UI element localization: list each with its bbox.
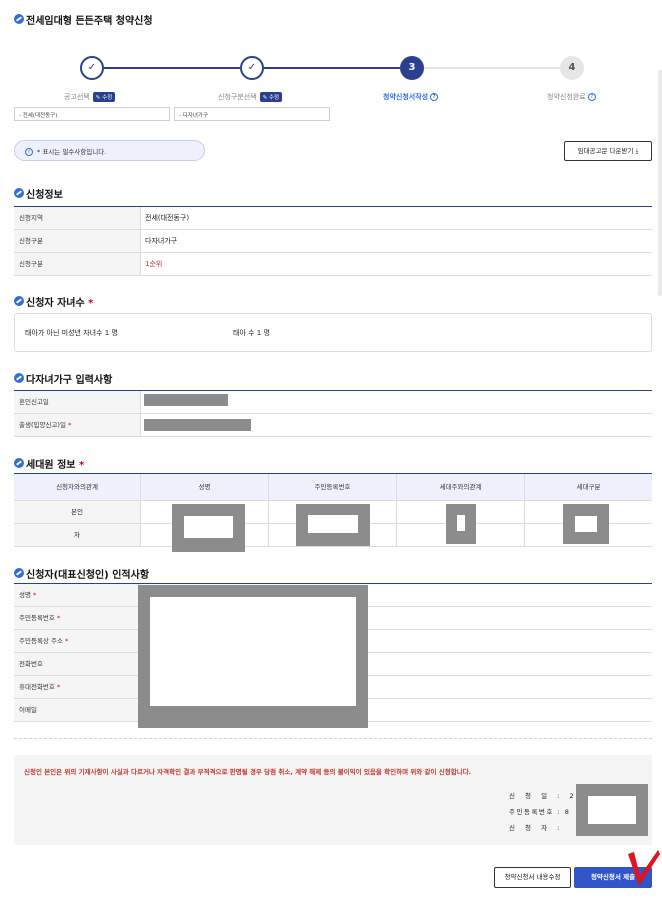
signature-applicant-label: 신 청 자 : bbox=[509, 824, 564, 832]
row-value: 다자녀가구 bbox=[140, 230, 652, 252]
column-header: 성명 bbox=[141, 474, 269, 500]
signature-date-label: 신 청 일 : 2 bbox=[509, 792, 578, 800]
step-3-circle: 3 bbox=[400, 56, 424, 80]
redacted-household-type bbox=[563, 504, 609, 544]
scrollbar[interactable] bbox=[658, 70, 662, 296]
section-title-applicant: 신청자(대표신청인) 인적사항 bbox=[26, 570, 150, 581]
table-row: 신청구분 다자녀가구 bbox=[14, 230, 652, 253]
table-row: 출생(입양신고)일 * bbox=[14, 414, 652, 437]
signature-id-label: 주민등록번호 : 8 bbox=[509, 808, 571, 816]
section-bullet-icon bbox=[14, 296, 24, 306]
section-title-children: 신청자 자녀수 * bbox=[26, 298, 94, 309]
section-bullet-icon bbox=[14, 458, 24, 468]
column-header: 주민등록번호 bbox=[269, 474, 397, 500]
step-1-check-icon: ✓ bbox=[80, 56, 104, 80]
row-value: 전세(대전동구) bbox=[140, 207, 652, 229]
redacted-name bbox=[172, 504, 245, 552]
application-info-table: 신청지역 전세(대전동구) 신청구분 다자녀가구 신청구분 1순위 bbox=[14, 206, 652, 276]
column-header: 신청자와의관계 bbox=[14, 474, 141, 500]
page-title: 전세임대형 든든주택 청약신청 bbox=[26, 16, 153, 27]
multi-child-table: 혼인신고일 출생(입양신고)일 * bbox=[14, 390, 652, 437]
help-icon[interactable]: ? bbox=[430, 93, 439, 101]
download-notice-button[interactable]: 임대공고문 다운받기 ⤓ bbox=[564, 141, 652, 161]
step-1-edit-button[interactable]: ✎ 수정 bbox=[92, 92, 116, 102]
row-key: 출생(입양신고)일 * bbox=[14, 414, 140, 436]
step-2-check-icon: ✓ bbox=[240, 56, 264, 80]
help-icon[interactable]: ? bbox=[587, 93, 596, 101]
relation-cell: 본인 bbox=[14, 501, 141, 523]
step-2-label: 신청구분선택 ✎ 수정 bbox=[218, 92, 283, 102]
section-title-household: 세대원 정보 * bbox=[26, 460, 85, 471]
step-4-label: 청약신청완료? bbox=[547, 92, 596, 102]
row-key: 혼인신고일 bbox=[14, 391, 140, 413]
step-connector bbox=[264, 67, 400, 69]
step-connector bbox=[424, 67, 560, 69]
redacted-birth-date bbox=[144, 419, 251, 431]
column-header: 세대구분 bbox=[576, 483, 601, 491]
divider bbox=[14, 738, 652, 739]
section-bullet-icon bbox=[14, 568, 24, 578]
pledge-text: 신청인 본인은 위의 기재사항이 사실과 다르거나 자격확인 결과 부적격으로 … bbox=[24, 768, 472, 776]
redacted-id-number bbox=[296, 504, 370, 546]
selected-notice-box: - 전세(대전동구) bbox=[14, 107, 170, 121]
redacted-householder-relation bbox=[446, 504, 476, 544]
row-key: 신청지역 bbox=[14, 207, 140, 229]
step-connector bbox=[104, 67, 240, 69]
title-bullet-icon bbox=[14, 14, 24, 24]
table-row: 신청구분 1순위 bbox=[14, 253, 652, 276]
download-icon: ⤓ bbox=[635, 147, 639, 155]
section-bullet-icon bbox=[14, 373, 24, 383]
step-2-edit-button[interactable]: ✎ 수정 bbox=[259, 92, 283, 102]
edit-application-button[interactable]: 청약신청서 내용수정 bbox=[494, 867, 571, 888]
step-1-label: 공고선택 ✎ 수정 bbox=[64, 92, 116, 102]
row-value-priority: 1순위 bbox=[140, 253, 652, 275]
row-key: 신청구분 bbox=[14, 253, 140, 275]
section-title-application-info: 신청정보 bbox=[26, 190, 63, 201]
red-checkmark-icon bbox=[628, 850, 660, 886]
redacted-signature bbox=[576, 784, 648, 836]
unborn-count: 태아 수 1 명 bbox=[233, 329, 270, 337]
children-count-box: 태아가 아닌 미성년 자녀수 1 명 태아 수 1 명 bbox=[14, 313, 652, 352]
column-header: 세대주와의관계 bbox=[397, 474, 525, 500]
required-notice: i * 표시는 필수사항입니다. bbox=[14, 140, 205, 161]
table-header: 신청자와의관계 성명 주민등록번호 세대주와의관계 세대구분 bbox=[14, 474, 652, 501]
section-title-multi-child: 다자녀가구 입력사항 bbox=[26, 375, 113, 386]
table-row: 혼인신고일 bbox=[14, 391, 652, 414]
info-icon: i bbox=[25, 148, 33, 156]
table-row: 신청지역 전세(대전동구) bbox=[14, 207, 652, 230]
redacted-marriage-date bbox=[144, 394, 228, 406]
step-3-label: 청약신청서작성? bbox=[383, 92, 439, 102]
step-4-circle: 4 bbox=[560, 56, 584, 80]
row-key: 신청구분 bbox=[14, 230, 140, 252]
relation-cell: 자 bbox=[14, 524, 141, 546]
selected-category-box: - 다자녀가구 bbox=[174, 107, 330, 121]
minor-children-count: 태아가 아닌 미성년 자녀수 1 명 bbox=[25, 329, 118, 337]
section-bullet-icon bbox=[14, 188, 24, 198]
redacted-applicant-info bbox=[138, 585, 368, 728]
